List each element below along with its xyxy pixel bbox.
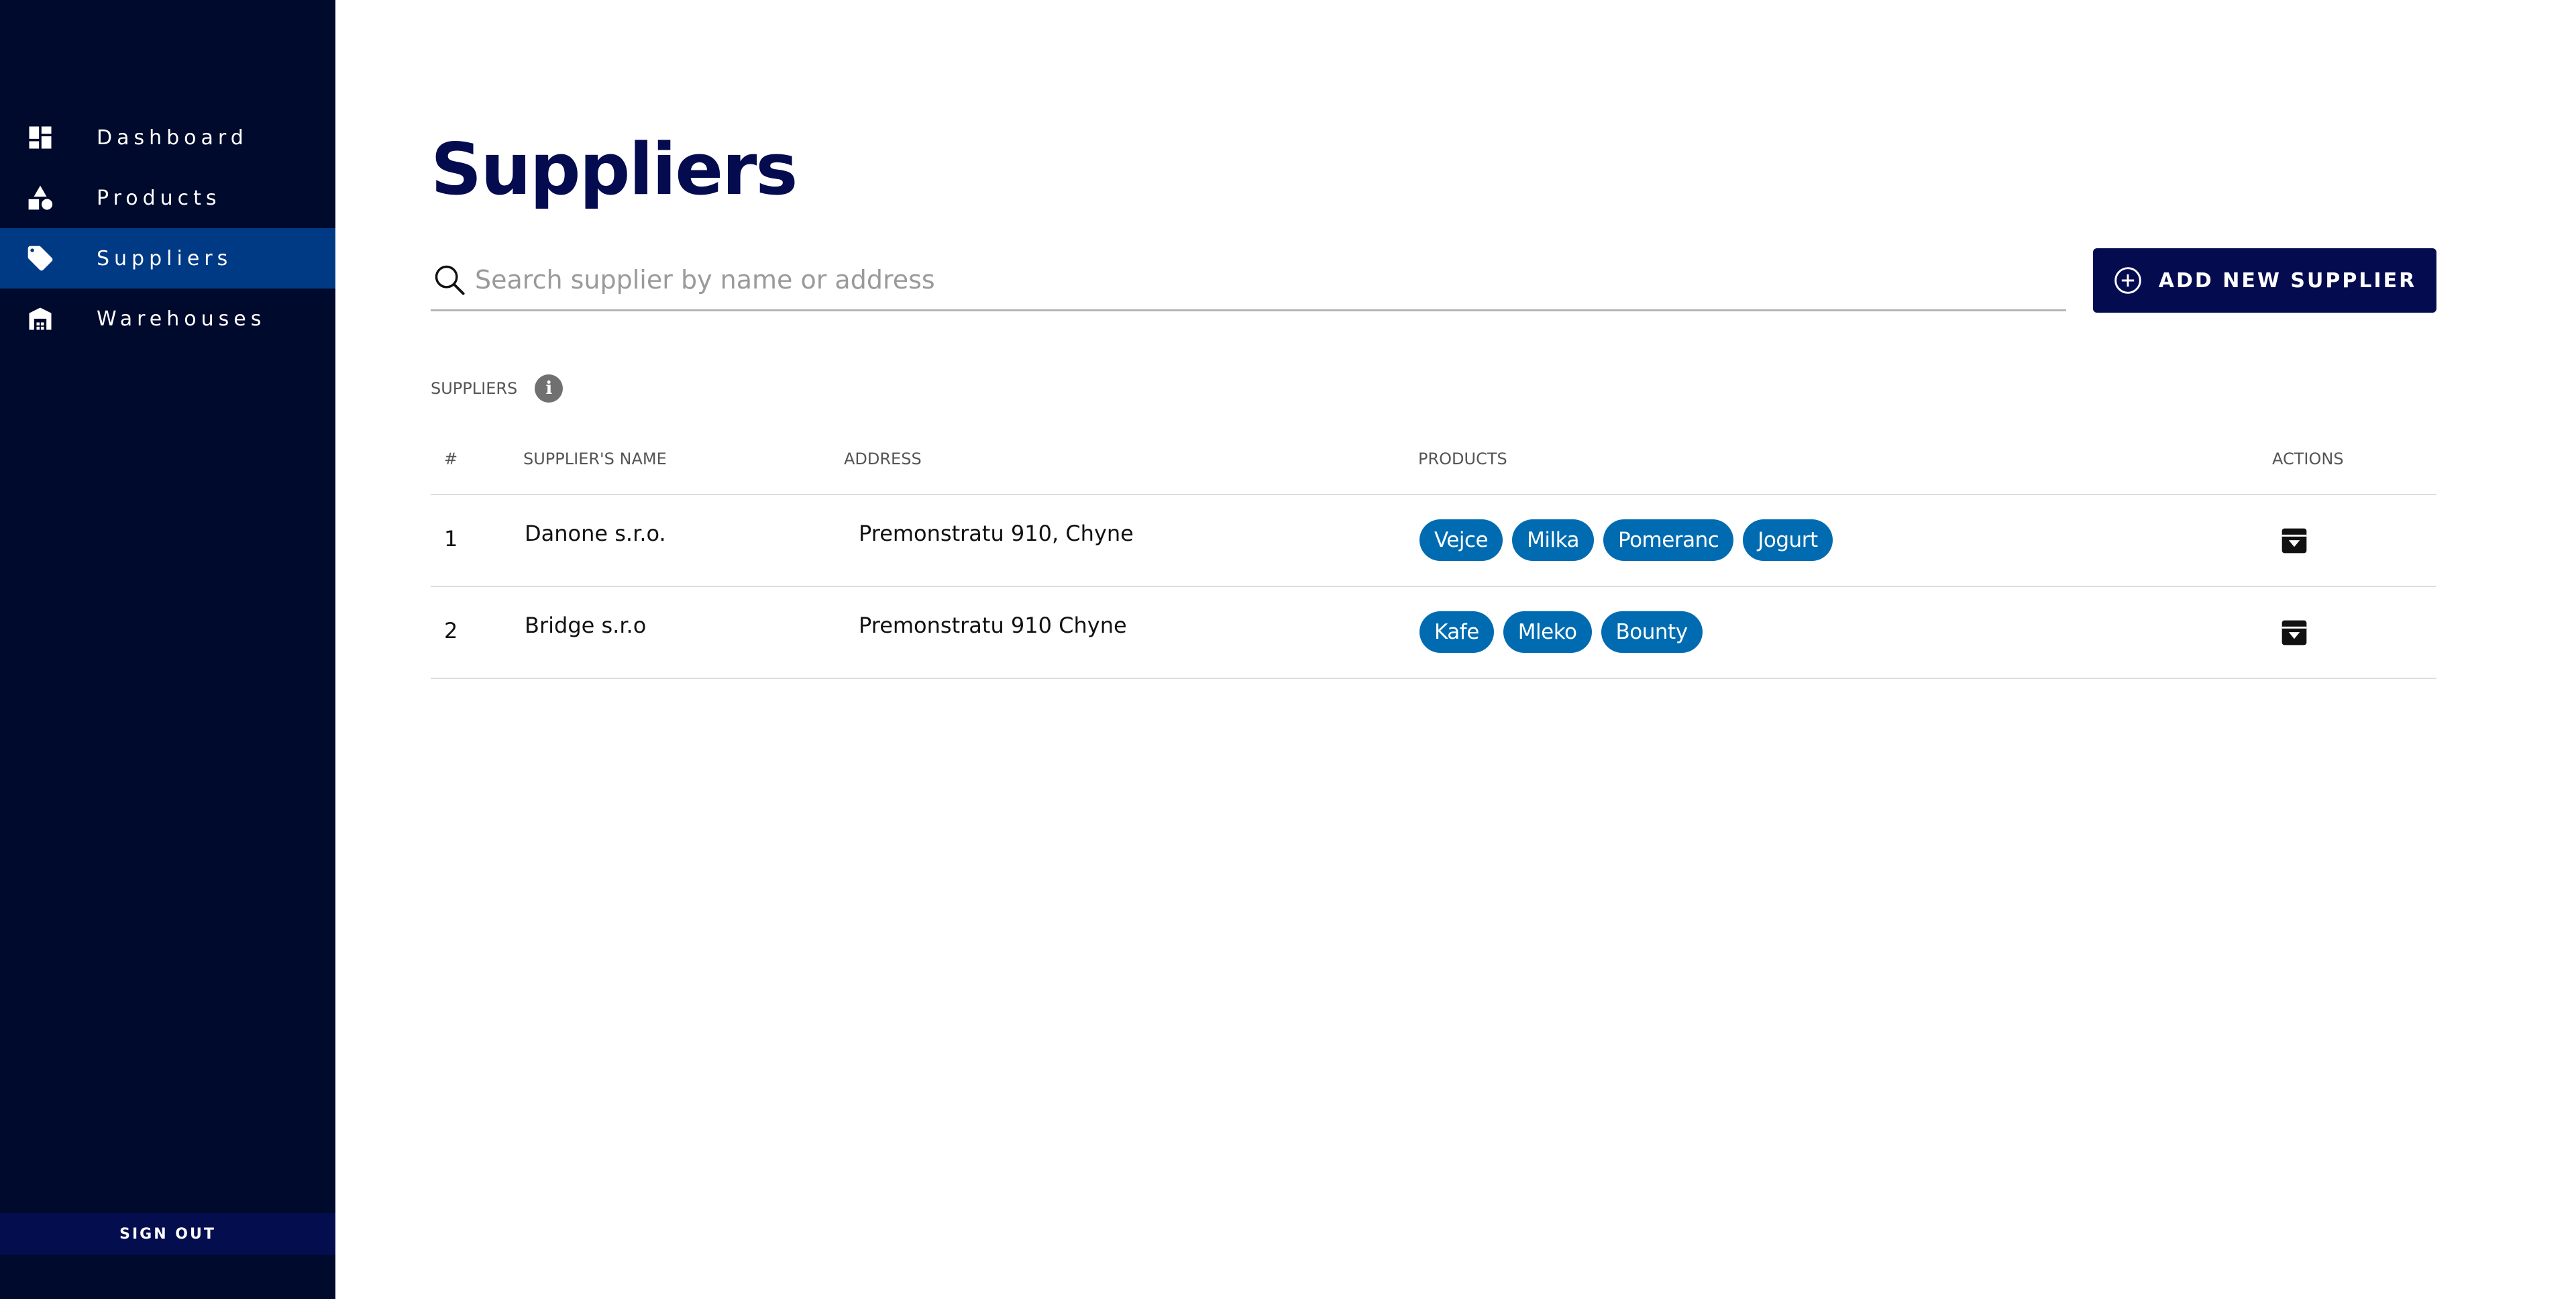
- sidebar-item-warehouses[interactable]: Warehouses: [0, 289, 335, 349]
- sidebar: Dashboard Products Suppliers Warehouses …: [0, 0, 335, 1299]
- header-actions: ACTIONS: [2272, 450, 2344, 468]
- sidebar-item-suppliers[interactable]: Suppliers: [0, 228, 335, 289]
- main-content: Suppliers ADD NEW SUPPLIER SUPPLIERS i #…: [335, 0, 2576, 1299]
- product-chip[interactable]: Mleko: [1503, 611, 1592, 653]
- product-chip[interactable]: Kafe: [1419, 611, 1494, 653]
- product-chip[interactable]: Jogurt: [1743, 519, 1833, 561]
- page-title: Suppliers: [431, 128, 798, 211]
- header-number: #: [444, 450, 458, 468]
- sidebar-item-products[interactable]: Products: [0, 168, 335, 228]
- archive-button[interactable]: [2279, 526, 2309, 556]
- suppliers-table: # SUPPLIER'S NAME ADDRESS PRODUCTS ACTIO…: [431, 429, 2436, 679]
- product-chip[interactable]: Milka: [1512, 519, 1594, 561]
- section-label: SUPPLIERS i: [431, 374, 564, 403]
- section-title: SUPPLIERS: [431, 379, 518, 398]
- shapes-icon: [25, 183, 55, 213]
- sidebar-item-label: Warehouses: [97, 307, 266, 331]
- search-input[interactable]: [474, 252, 2066, 307]
- header-supplier-name: SUPPLIER'S NAME: [523, 450, 667, 468]
- table-row[interactable]: 1 Danone s.r.o. Premonstratu 910, Chyne …: [431, 495, 2436, 587]
- header-products: PRODUCTS: [1418, 450, 1507, 468]
- supplier-address: Premonstratu 910 Chyne: [859, 613, 1127, 638]
- supplier-name: Danone s.r.o.: [525, 521, 666, 546]
- info-icon[interactable]: i: [535, 374, 564, 403]
- archive-icon: [2282, 620, 2307, 645]
- row-number: 2: [444, 618, 458, 643]
- supplier-address: Premonstratu 910, Chyne: [859, 521, 1134, 546]
- sidebar-item-label: Dashboard: [97, 125, 248, 150]
- sidebar-item-label: Suppliers: [97, 246, 233, 270]
- plus-circle-icon: [2114, 267, 2141, 294]
- header-address: ADDRESS: [844, 450, 922, 468]
- add-new-supplier-button[interactable]: ADD NEW SUPPLIER: [2093, 248, 2436, 313]
- sidebar-item-dashboard[interactable]: Dashboard: [0, 107, 335, 168]
- warehouse-icon: [25, 304, 55, 333]
- archive-icon: [2282, 528, 2307, 554]
- supplier-name: Bridge s.r.o: [525, 613, 647, 638]
- sign-out-button[interactable]: SIGN OUT: [0, 1213, 335, 1255]
- product-chip[interactable]: Pomeranc: [1603, 519, 1734, 561]
- archive-button[interactable]: [2279, 618, 2309, 647]
- search-icon: [431, 261, 468, 299]
- product-chip[interactable]: Bounty: [1601, 611, 1703, 653]
- product-chips: Vejce Milka Pomeranc Jogurt: [1419, 519, 1842, 561]
- product-chip[interactable]: Vejce: [1419, 519, 1503, 561]
- table-row[interactable]: 2 Bridge s.r.o Premonstratu 910 Chyne Ka…: [431, 587, 2436, 679]
- add-new-supplier-label: ADD NEW SUPPLIER: [2158, 268, 2417, 293]
- row-number: 1: [444, 526, 458, 552]
- product-chips: Kafe Mleko Bounty: [1419, 611, 1712, 653]
- sidebar-item-label: Products: [97, 186, 221, 210]
- search-bar: [431, 250, 2066, 311]
- dashboard-icon: [25, 123, 55, 152]
- table-header: # SUPPLIER'S NAME ADDRESS PRODUCTS ACTIO…: [431, 429, 2436, 495]
- tag-icon: [25, 244, 55, 273]
- sidebar-nav: Dashboard Products Suppliers Warehouses: [0, 107, 335, 349]
